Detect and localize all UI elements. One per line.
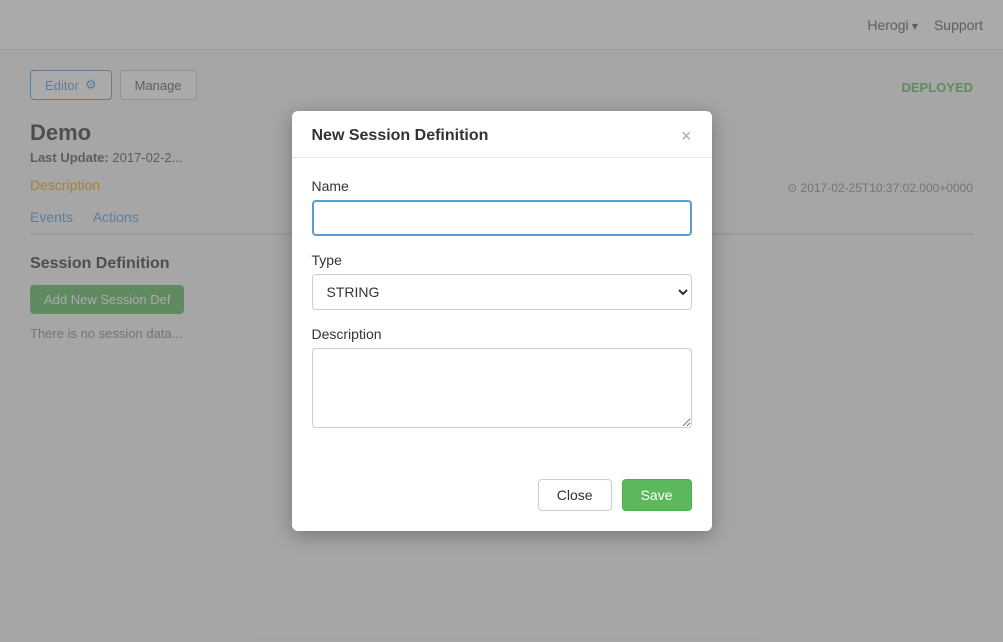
- modal-title: New Session Definition: [312, 127, 489, 145]
- type-field-group: Type STRING INTEGER BOOLEAN FLOAT: [312, 252, 692, 310]
- description-field-group: Description: [312, 326, 692, 431]
- save-button[interactable]: Save: [622, 479, 692, 511]
- modal-body: Name Type STRING INTEGER BOOLEAN FLOAT D…: [292, 158, 712, 467]
- description-input[interactable]: [312, 348, 692, 428]
- modal-footer: Close Save: [292, 467, 712, 531]
- description-label: Description: [312, 326, 692, 342]
- modal-close-x-button[interactable]: ×: [681, 127, 692, 145]
- name-label: Name: [312, 178, 692, 194]
- type-select[interactable]: STRING INTEGER BOOLEAN FLOAT: [312, 274, 692, 310]
- type-label: Type: [312, 252, 692, 268]
- modal-overlay: New Session Definition × Name Type STRIN…: [0, 0, 1003, 642]
- name-input[interactable]: [312, 200, 692, 236]
- name-field-group: Name: [312, 178, 692, 236]
- modal: New Session Definition × Name Type STRIN…: [292, 111, 712, 531]
- close-button[interactable]: Close: [538, 479, 612, 511]
- modal-header: New Session Definition ×: [292, 111, 712, 158]
